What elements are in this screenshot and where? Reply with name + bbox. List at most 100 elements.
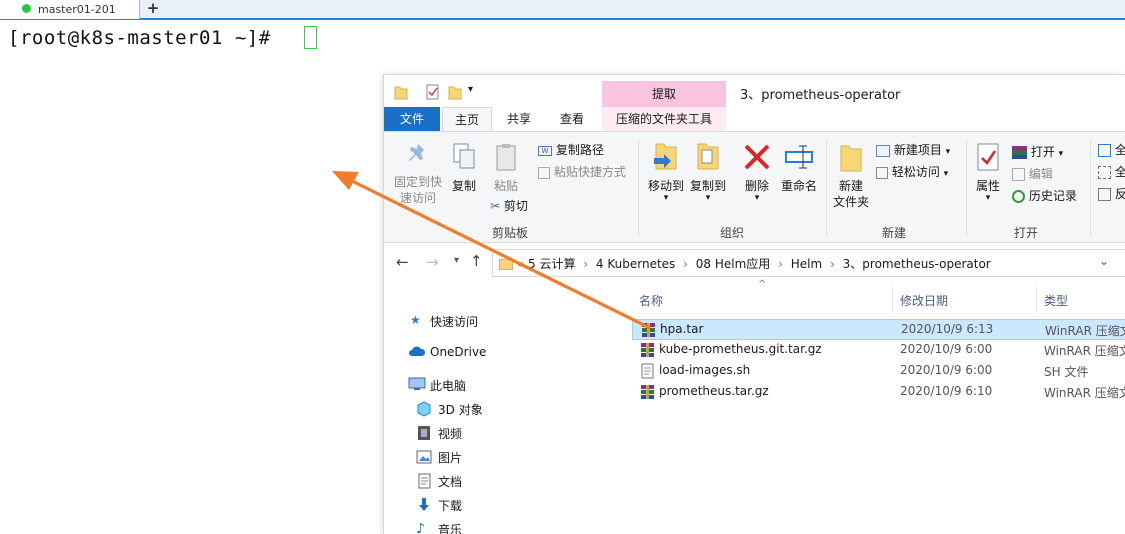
shell-prompt: [root@k8s-master01 ~]# xyxy=(8,27,271,49)
terminal-tab-label: master01-201 xyxy=(38,3,116,16)
new-tab-button[interactable]: + xyxy=(144,1,162,18)
cube-icon xyxy=(417,401,431,417)
cut-button[interactable]: ✂ 剪切 xyxy=(490,198,528,214)
file-row[interactable]: prometheus.tar.gz 2020/10/9 6:10 WinRAR 压缩… xyxy=(632,382,1125,403)
file-type: SH 文件 xyxy=(1044,365,1089,379)
paste-shortcut-button[interactable]: 粘贴快捷方式 xyxy=(538,164,626,180)
properties-button[interactable]: 属性 ▾ xyxy=(970,142,1006,203)
terminal-tab[interactable]: master01-201 xyxy=(0,0,140,19)
file-type: WinRAR 压缩文 xyxy=(1045,324,1125,338)
tab-file[interactable]: 文件 xyxy=(384,107,440,131)
forward-arrow-icon[interactable]: → xyxy=(426,253,439,271)
delete-button[interactable]: 删除 ▾ xyxy=(740,140,774,203)
sort-ascending-icon: ^ xyxy=(758,279,767,290)
file-name: hpa.tar xyxy=(660,322,704,336)
properties-quick-icon[interactable] xyxy=(426,84,440,100)
easy-access-button[interactable]: 轻松访问 ▾ xyxy=(876,164,948,182)
breadcrumb: « 5 云计算 › 4 Kubernetes › 08 Helm应用 › Hel… xyxy=(499,255,991,272)
quick-access-dropdown-icon[interactable]: ▾ xyxy=(468,84,473,95)
column-header-type[interactable]: 类型 xyxy=(1044,292,1068,309)
script-file-icon xyxy=(640,363,655,382)
select-all-button[interactable]: 全 xyxy=(1098,142,1125,158)
file-modified-date: 2020/10/9 6:10 xyxy=(900,384,993,398)
breadcrumb-item[interactable]: 4 Kubernetes xyxy=(596,257,675,271)
window-title: 3、prometheus-operator xyxy=(740,88,901,103)
up-arrow-icon[interactable]: ↑ xyxy=(470,252,483,270)
tab-share[interactable]: 共享 xyxy=(496,107,542,131)
new-item-icon xyxy=(876,144,890,157)
file-modified-date: 2020/10/9 6:00 xyxy=(900,342,993,356)
edit-button[interactable]: 编辑 xyxy=(1012,166,1053,182)
column-separator[interactable] xyxy=(892,287,893,313)
back-arrow-icon[interactable]: ← xyxy=(396,253,409,271)
paste-shortcut-icon xyxy=(538,166,550,179)
paste-button[interactable]: 粘贴 xyxy=(488,142,524,194)
computer-icon xyxy=(408,377,426,390)
ribbon-separator xyxy=(1090,140,1091,236)
tab-compressed-folder-tools[interactable]: 压缩的文件夹工具 xyxy=(602,107,726,131)
copy-path-button[interactable]: W 复制路径 xyxy=(538,142,604,158)
file-type: WinRAR 压缩文 xyxy=(1044,344,1125,358)
address-bar-row: ← → ▾ ↑ « 5 云计算 › 4 Kubernetes › 08 Helm… xyxy=(384,243,1125,283)
tab-home[interactable]: 主页 xyxy=(442,107,492,131)
winrar-icon xyxy=(1012,146,1027,159)
navigation-pane: ★ 快速访问 OneDrive 此电脑 3D 对象 视频 图片 文档 下载 ♪ … xyxy=(384,283,624,534)
move-to-button[interactable]: 移动到 ▾ xyxy=(644,140,688,203)
new-folder-quick-icon[interactable] xyxy=(448,84,462,100)
history-button[interactable]: 历史记录 xyxy=(1012,188,1077,204)
folder-icon xyxy=(394,86,408,100)
ribbon-separator xyxy=(826,140,827,236)
scissors-icon: ✂ xyxy=(490,199,501,213)
breadcrumb-separator: › xyxy=(830,257,835,271)
file-modified-date: 2020/10/9 6:13 xyxy=(901,322,994,336)
ribbon-tabs: 文件 主页 共享 查看 压缩的文件夹工具 xyxy=(384,107,1125,131)
copy-to-icon xyxy=(697,143,719,170)
move-to-icon xyxy=(654,143,677,170)
clipboard-icon xyxy=(496,144,516,171)
history-icon xyxy=(1012,190,1025,203)
star-icon: ★ xyxy=(410,313,421,327)
terminal-tab-bar: master01-201 + xyxy=(0,0,1125,20)
winrar-icon xyxy=(640,384,655,403)
file-row[interactable]: hpa.tar 2020/10/9 6:13 WinRAR 压缩文 xyxy=(632,319,1125,340)
address-dropdown-chevron-icon[interactable]: ⌄ xyxy=(1099,254,1109,268)
select-none-button[interactable]: 全 xyxy=(1098,164,1125,180)
open-button[interactable]: 打开 ▾ xyxy=(1012,144,1063,162)
breadcrumb-item[interactable]: Helm xyxy=(791,257,822,271)
copy-icon xyxy=(453,143,475,169)
new-item-button[interactable]: 新建项目 ▾ xyxy=(876,142,950,160)
file-modified-date: 2020/10/9 6:00 xyxy=(900,363,993,377)
file-name: kube-prometheus.git.tar.gz xyxy=(659,342,822,356)
breadcrumb-item[interactable]: 5 云计算 xyxy=(528,257,575,271)
recent-locations-chevron-icon[interactable]: ▾ xyxy=(454,255,459,266)
delete-x-icon xyxy=(744,144,770,170)
file-row[interactable]: load-images.sh 2020/10/9 6:00 SH 文件 xyxy=(632,361,1125,382)
breadcrumb-overflow-icon[interactable]: « xyxy=(517,257,524,271)
rename-button[interactable]: 重命名 xyxy=(778,140,820,194)
music-note-icon: ♪ xyxy=(416,521,425,534)
rename-icon xyxy=(785,145,813,169)
column-header-name[interactable]: 名称 xyxy=(639,292,663,309)
tab-view[interactable]: 查看 xyxy=(548,107,596,131)
breadcrumb-item[interactable]: 08 Helm应用 xyxy=(696,257,771,271)
video-icon xyxy=(418,426,430,440)
column-separator[interactable] xyxy=(1036,287,1037,313)
organize-group-label: 组织 xyxy=(720,226,745,240)
ribbon-separator xyxy=(638,140,639,236)
address-bar[interactable]: « 5 云计算 › 4 Kubernetes › 08 Helm应用 › Hel… xyxy=(492,249,1125,277)
column-header-date[interactable]: 修改日期 xyxy=(900,292,948,309)
document-icon xyxy=(418,473,431,489)
invert-selection-button[interactable]: 反 xyxy=(1098,186,1125,202)
copy-to-button[interactable]: 复制到 ▾ xyxy=(688,140,728,203)
copy-button[interactable]: 复制 xyxy=(446,142,482,194)
file-row[interactable]: kube-prometheus.git.tar.gz 2020/10/9 6:00… xyxy=(632,340,1125,361)
winrar-icon xyxy=(640,342,655,361)
new-group-label: 新建 xyxy=(882,226,907,240)
breadcrumb-item[interactable]: 3、prometheus-operator xyxy=(843,257,991,271)
file-name: load-images.sh xyxy=(659,363,751,377)
pin-to-quick-access-button[interactable]: 固定到快 速访问 xyxy=(390,142,446,206)
connection-status-icon xyxy=(22,4,31,13)
extract-context-tab[interactable]: 提取 xyxy=(602,81,726,107)
new-folder-button[interactable]: 新建 文件夹 xyxy=(830,142,872,210)
file-type: WinRAR 压缩文 xyxy=(1044,386,1125,400)
